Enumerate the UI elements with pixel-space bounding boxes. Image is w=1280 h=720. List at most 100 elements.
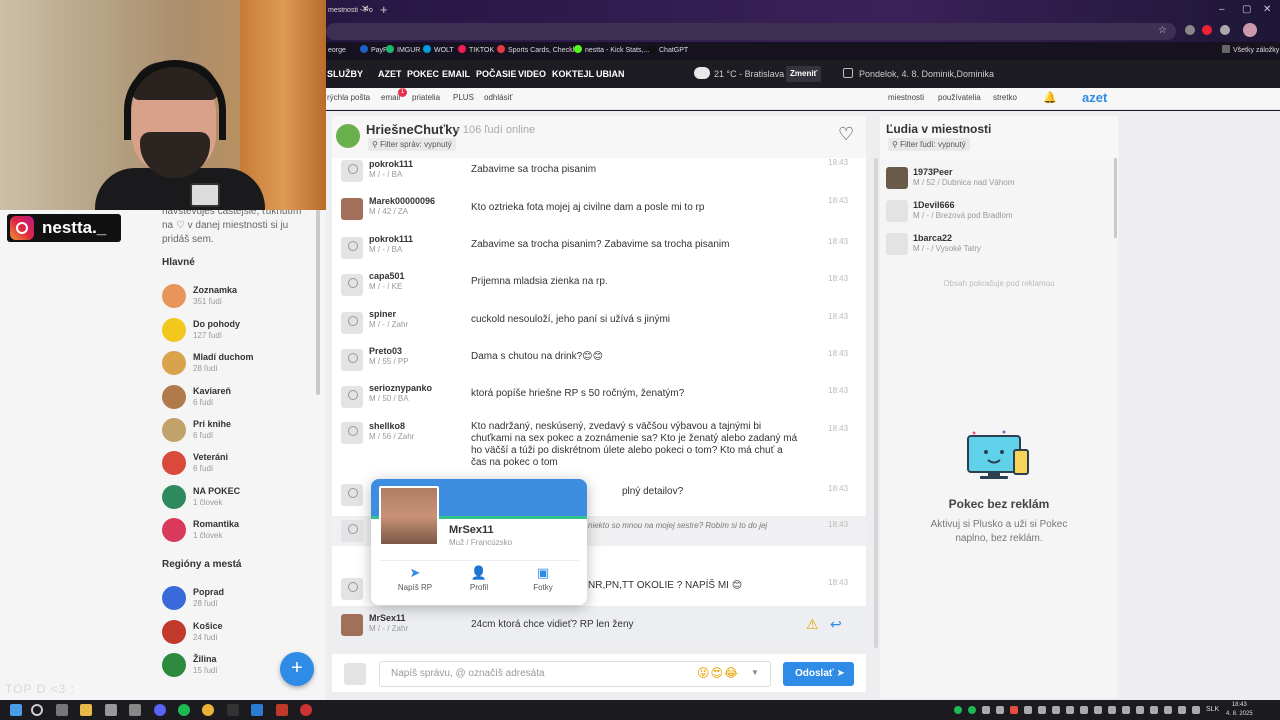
- taskbar-app-icon[interactable]: [129, 704, 141, 716]
- bookmark-chatgpt[interactable]: ChatGPT: [648, 42, 688, 60]
- user-avatar[interactable]: [341, 578, 363, 600]
- taskbar-app-icon[interactable]: [105, 704, 117, 716]
- link-logout[interactable]: odhlásiť: [484, 88, 512, 110]
- link-friends[interactable]: priatelia: [412, 88, 440, 110]
- minimize-icon[interactable]: –: [1219, 4, 1225, 15]
- message-nick[interactable]: MrSex11: [369, 613, 406, 623]
- user-avatar[interactable]: [341, 520, 363, 542]
- favorite-heart-icon[interactable]: ♡: [838, 124, 854, 145]
- user-avatar[interactable]: [341, 349, 363, 371]
- bookmark-sports-cards[interactable]: Sports Cards, Checkl...: [497, 42, 580, 60]
- user-avatar[interactable]: [341, 484, 363, 506]
- change-location-button[interactable]: Zmeniť: [786, 66, 822, 82]
- extensions-puzzle-icon[interactable]: [1220, 25, 1230, 35]
- volume-icon[interactable]: [1178, 706, 1186, 714]
- chat-message-hovered[interactable]: MrSex11 M / - / Zahr 24cm ktorá chce vid…: [332, 606, 866, 644]
- maximize-icon[interactable]: ▢: [1242, 4, 1251, 15]
- extension-record-icon[interactable]: [1202, 25, 1212, 35]
- user-avatar[interactable]: [341, 422, 363, 444]
- tray-icon[interactable]: [996, 706, 1004, 714]
- chat-scrollbar[interactable]: [874, 158, 878, 648]
- bookmark-tiktok[interactable]: TIKTOK: [458, 42, 494, 60]
- bookmark-wolt[interactable]: WOLT: [423, 42, 454, 60]
- tray-icon[interactable]: [1122, 706, 1130, 714]
- nav-pocasie[interactable]: POČASIE: [476, 60, 517, 88]
- link-meetup[interactable]: stretko: [993, 88, 1017, 110]
- bell-icon[interactable]: 🔔: [1043, 91, 1057, 104]
- address-bar[interactable]: [326, 23, 1176, 40]
- chevron-down-icon[interactable]: ▼: [751, 668, 759, 677]
- search-icon[interactable]: [31, 704, 43, 716]
- bookmark-item[interactable]: eorge: [328, 42, 346, 60]
- keyboard-language[interactable]: SLK: [1206, 700, 1219, 720]
- tray-icon[interactable]: [1010, 706, 1018, 714]
- photos-button[interactable]: ▣ Fotky: [511, 561, 575, 599]
- task-view-icon[interactable]: [56, 704, 68, 716]
- nav-pokec[interactable]: POKEC: [407, 60, 439, 88]
- people-list-item[interactable]: 1973Peer M / 52 / Dubnica nad Váhom: [886, 165, 1106, 195]
- user-avatar[interactable]: [341, 312, 363, 334]
- new-tab-icon[interactable]: +: [380, 2, 388, 17]
- people-list-item[interactable]: 1barca22 M / - / Vysoké Tatry: [886, 231, 1106, 261]
- user-avatar[interactable]: [341, 198, 363, 220]
- user-avatar[interactable]: [341, 274, 363, 296]
- link-quick-mail[interactable]: rýchla pošta: [327, 88, 370, 110]
- file-explorer-icon[interactable]: [80, 704, 92, 716]
- windows-start-icon[interactable]: [10, 704, 22, 716]
- taskbar-clock[interactable]: 18:43 4. 8. 2025: [1226, 701, 1253, 719]
- tray-icon[interactable]: [968, 706, 976, 714]
- tray-icon[interactable]: [1038, 706, 1046, 714]
- nav-email[interactable]: EMAIL: [442, 60, 470, 88]
- profile-photo[interactable]: [379, 486, 439, 546]
- tray-icon[interactable]: [982, 706, 990, 714]
- profile-button[interactable]: 👤 Profil: [447, 561, 511, 599]
- taskbar-app-icon[interactable]: [251, 704, 263, 716]
- battery-icon[interactable]: [1192, 706, 1200, 714]
- message-nick[interactable]: Preto03: [369, 346, 402, 356]
- user-avatar[interactable]: [341, 237, 363, 259]
- close-window-icon[interactable]: ✕: [1263, 4, 1271, 15]
- bookmark-imgur[interactable]: IMGUR: [386, 42, 420, 60]
- tray-icon[interactable]: [1136, 706, 1144, 714]
- chrome-icon[interactable]: [202, 704, 214, 716]
- nav-azet[interactable]: AZET: [378, 60, 402, 88]
- tray-icon[interactable]: [1080, 706, 1088, 714]
- reply-icon[interactable]: ↩: [830, 616, 842, 633]
- tray-icon[interactable]: [1052, 706, 1060, 714]
- obs-icon[interactable]: [300, 704, 312, 716]
- link-rooms[interactable]: miestnosti: [888, 88, 924, 110]
- filter-people-toggle[interactable]: ⚲ Filter ľudí: vypnutý: [888, 138, 970, 151]
- nav-video[interactable]: VIDEO: [518, 60, 546, 88]
- send-button[interactable]: Odoslať ➤: [783, 662, 854, 686]
- taskbar-app-icon[interactable]: [276, 704, 288, 716]
- message-nick[interactable]: capa501: [369, 271, 405, 281]
- bookmark-kick-stats[interactable]: nestta - Kick Stats,...: [574, 42, 649, 60]
- tray-icon[interactable]: [1024, 706, 1032, 714]
- nav-sluzby[interactable]: SLUŽBY: [327, 60, 363, 88]
- tray-icon[interactable]: [1150, 706, 1158, 714]
- tray-icon[interactable]: [1066, 706, 1074, 714]
- message-nick[interactable]: spiner: [369, 309, 396, 319]
- all-bookmarks[interactable]: Všetky záložky: [1222, 42, 1279, 60]
- message-nick[interactable]: Marek00000096: [369, 196, 435, 206]
- message-nick[interactable]: pokrok111: [369, 234, 413, 244]
- user-avatar[interactable]: [341, 160, 363, 182]
- spotify-icon[interactable]: [178, 704, 190, 716]
- user-avatar[interactable]: [341, 614, 363, 636]
- user-avatar[interactable]: [341, 386, 363, 408]
- emoji-shortcuts[interactable]: 😜😍😂: [697, 666, 739, 680]
- popup-username[interactable]: MrSex11: [449, 524, 494, 536]
- close-tab-icon[interactable]: ✕: [361, 4, 369, 15]
- filter-messages-toggle[interactable]: ⚲ Filter správ: vypnutý: [368, 138, 456, 151]
- azet-logo[interactable]: azet: [1082, 90, 1107, 105]
- message-nick[interactable]: shellko8: [369, 421, 405, 431]
- taskbar-app-icon[interactable]: [227, 704, 239, 716]
- link-users[interactable]: používatelia: [938, 88, 981, 110]
- sidebar-scrollbar[interactable]: [316, 205, 320, 395]
- report-warning-icon[interactable]: ⚠: [806, 616, 819, 633]
- write-rp-button[interactable]: ➤ Napíš RP: [383, 561, 447, 599]
- tray-icon[interactable]: [1094, 706, 1102, 714]
- discord-icon[interactable]: [154, 704, 166, 716]
- people-list-item[interactable]: 1Devil666 M / - / Brezová pod Bradlom: [886, 198, 1106, 228]
- people-scrollbar[interactable]: [1114, 158, 1117, 238]
